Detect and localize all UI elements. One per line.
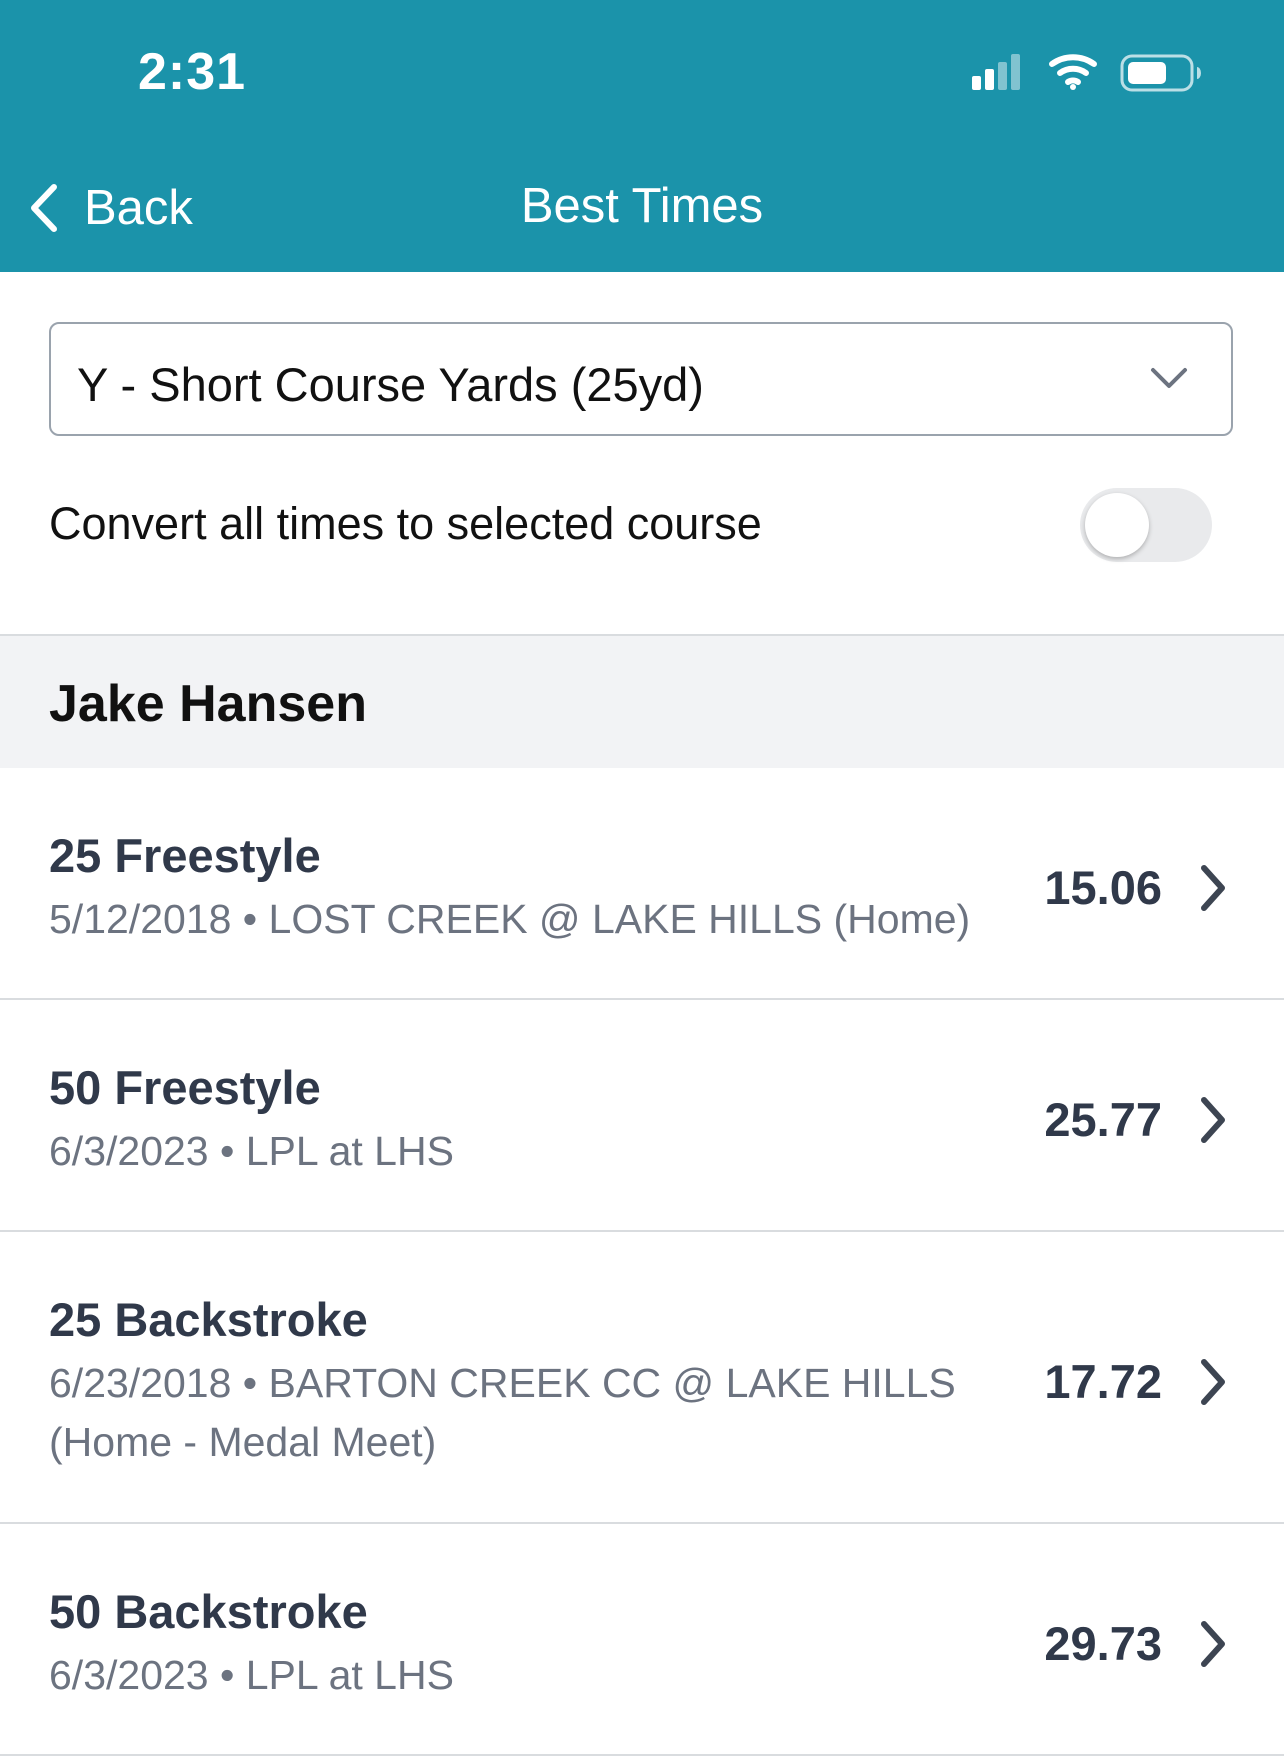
nav-header: 2:31 Back Best Times [0,0,1284,272]
chevron-right-icon [1201,1621,1225,1667]
event-date: 6/23/2018 [49,1360,232,1406]
convert-toggle[interactable] [1080,488,1212,562]
swimmer-name: Jake Hansen [49,675,367,733]
status-time: 2:31 [138,43,247,101]
event-date: 5/12/2018 [49,896,232,942]
chevron-down-icon [1151,368,1187,388]
event-time: 17.72 [1044,1355,1162,1408]
event-detail: 6/23/2018 • BARTON CREEK CC @ LAKE HILLS… [49,1360,956,1465]
course-select-value: Y - Short Course Yards (25yd) [77,358,704,411]
event-meet: LOST CREEK @ LAKE HILLS (Home) [268,896,971,942]
event-date: 6/3/2023 [49,1652,209,1698]
event-name: 50 Freestyle [49,1061,321,1114]
event-time: 15.06 [1044,861,1162,914]
page-title: Best Times [520,179,764,233]
event-date: 6/3/2023 [49,1128,209,1174]
signal-icon [972,54,1020,90]
event-detail: 6/3/2023 • LPL at LHS [49,1128,454,1174]
event-detail: 6/3/2023 • LPL at LHS [49,1652,454,1698]
course-select[interactable]: Y - Short Course Yards (25yd) [49,322,1233,436]
event-time: 25.77 [1044,1093,1162,1146]
chevron-right-icon [1201,1359,1225,1405]
event-meet: LPL at LHS [245,1652,454,1698]
chevron-right-icon [1201,1097,1225,1143]
event-row[interactable]: 50 Backstroke 6/3/2023 • LPL at LHS 29.7… [0,1524,1284,1756]
event-name: 25 Freestyle [49,829,321,882]
event-name: 25 Backstroke [49,1293,368,1346]
event-row[interactable]: 25 Backstroke 6/23/2018 • BARTON CREEK C… [0,1232,1284,1524]
event-row[interactable]: 50 Freestyle 6/3/2023 • LPL at LHS 25.77 [0,1000,1284,1232]
battery-icon [1120,54,1201,92]
swimmer-section-header: Jake Hansen [0,634,1284,770]
convert-toggle-label: Convert all times to selected course [49,498,762,549]
event-meet: LPL at LHS [245,1128,454,1174]
event-detail: 5/12/2018 • LOST CREEK @ LAKE HILLS (Hom… [49,896,971,942]
wifi-icon [1049,54,1097,90]
toggle-knob [1085,493,1149,557]
chevron-right-icon [1201,865,1225,911]
event-time: 29.73 [1044,1617,1162,1670]
status-icons [972,54,1201,92]
event-row[interactable]: 25 Freestyle 5/12/2018 • LOST CREEK @ LA… [0,768,1284,1000]
event-name: 50 Backstroke [49,1585,368,1638]
